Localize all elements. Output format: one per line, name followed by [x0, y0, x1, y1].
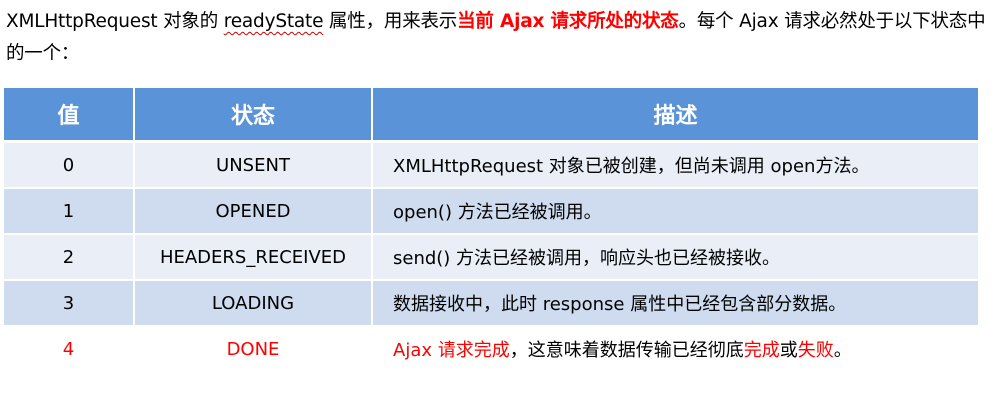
table-row: 4 DONE Ajax 请求完成，这意味着数据传输已经彻底完成或失败。 — [4, 326, 978, 373]
cell-state: HEADERS_RECEIVED — [134, 234, 373, 281]
cell-state: DONE — [134, 326, 373, 373]
ready-state-table: 值 状态 描述 0 UNSENT XMLHttpRequest 对象已被创建，但… — [4, 88, 978, 373]
cell-state: LOADING — [134, 280, 373, 327]
cell-state: UNSENT — [134, 141, 373, 189]
intro-text-1: XMLHttpRequest 对象的 — [6, 11, 224, 32]
header-state: 状态 — [134, 88, 373, 143]
cell-description: send() 方法已经被调用，响应头也已经被接收。 — [372, 234, 978, 281]
intro-highlight: 当前 Ajax 请求所处的状态 — [457, 11, 679, 32]
intro-text-2: 属性，用来表示 — [323, 11, 458, 32]
desc-highlight-fail: 失败 — [797, 340, 834, 361]
intro-paragraph: XMLHttpRequest 对象的 readyState 属性，用来表示当前 … — [6, 6, 991, 70]
table-row: 0 UNSENT XMLHttpRequest 对象已被创建，但尚未调用 ope… — [4, 141, 978, 189]
cell-value: 1 — [4, 188, 135, 235]
table-row: 3 LOADING 数据接收中，此时 response 属性中已经包含部分数据。 — [4, 280, 978, 327]
cell-value: 2 — [4, 234, 135, 281]
cell-value: 0 — [4, 141, 135, 189]
desc-text-or: 或 — [779, 340, 798, 361]
header-description: 描述 — [372, 88, 978, 143]
table-header-row: 值 状态 描述 — [4, 88, 978, 143]
cell-value: 3 — [4, 280, 135, 327]
cell-state: OPENED — [134, 188, 373, 235]
readystate-term: readyState — [223, 11, 324, 32]
cell-description: Ajax 请求完成，这意味着数据传输已经彻底完成或失败。 — [372, 326, 978, 373]
cell-description: open() 方法已经被调用。 — [372, 188, 978, 235]
table-row: 2 HEADERS_RECEIVED send() 方法已经被调用，响应头也已经… — [4, 234, 978, 281]
desc-highlight-complete: 完成 — [743, 340, 780, 361]
desc-highlight-ajax-complete: Ajax 请求完成 — [393, 340, 510, 361]
header-value: 值 — [4, 88, 135, 143]
desc-text: ，这意味着数据传输已经彻底 — [509, 340, 744, 361]
table-row: 1 OPENED open() 方法已经被调用。 — [4, 188, 978, 235]
cell-value: 4 — [4, 326, 135, 373]
cell-description: 数据接收中，此时 response 属性中已经包含部分数据。 — [372, 280, 978, 327]
desc-text-end: 。 — [833, 340, 852, 361]
cell-description: XMLHttpRequest 对象已被创建，但尚未调用 open方法。 — [372, 141, 978, 189]
